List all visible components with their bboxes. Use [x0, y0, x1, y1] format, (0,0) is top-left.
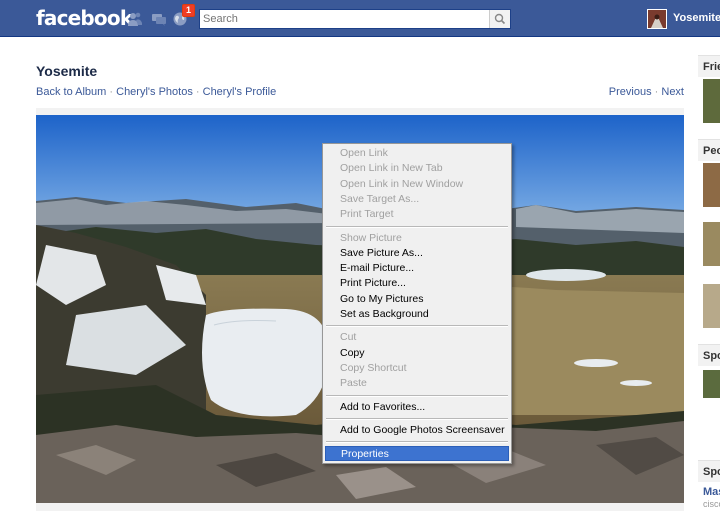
friend-thumbnail[interactable]: [703, 79, 720, 123]
menu-item-save-picture-as[interactable]: Save Picture As...: [325, 246, 509, 261]
search-input[interactable]: [203, 11, 488, 27]
person-thumbnail[interactable]: [703, 163, 720, 207]
breadcrumb-separator: ·: [195, 86, 200, 98]
photo-pager: Previous · Next: [609, 86, 684, 98]
search-button[interactable]: [489, 10, 510, 28]
menu-item-show-picture: Show Picture: [340, 231, 402, 244]
album-title: Yosemite: [36, 63, 98, 79]
next-link[interactable]: Next: [661, 86, 684, 98]
sponsored-sub-text: cisco: [703, 499, 720, 509]
right-column-header-people: Peo: [698, 139, 720, 161]
menu-item-print-target: Print Target: [340, 208, 394, 221]
menu-item-set-as-background[interactable]: Set as Background: [325, 307, 509, 322]
menu-item-open-link: Open Link: [340, 147, 388, 159]
messages-icon[interactable]: [151, 11, 167, 27]
facebook-logo[interactable]: facebook: [36, 6, 133, 30]
right-column-header-friends: Frie: [698, 55, 720, 77]
notification-count-badge: 1: [182, 4, 196, 17]
search-box: [199, 9, 511, 29]
menu-item-open-link-in-new-window: Open Link in New Window: [340, 177, 464, 190]
menu-separator: [326, 325, 508, 328]
top-navigation-bar: facebook 1 Search Yosemite: [0, 0, 720, 37]
back-to-album-link[interactable]: Back to Album: [36, 86, 106, 98]
user-name-link[interactable]: Yosemite: [673, 12, 720, 24]
sponsored-thumbnail[interactable]: [703, 370, 720, 398]
menu-item-copy[interactable]: Copy: [325, 346, 509, 361]
menu-item-add-to-favorites[interactable]: Add to Favorites...: [325, 400, 509, 415]
menu-separator: [326, 225, 508, 228]
cheryls-photos-link[interactable]: Cheryl's Photos: [116, 86, 193, 98]
cheryls-profile-link[interactable]: Cheryl's Profile: [203, 86, 277, 98]
magnifier-icon: [494, 13, 506, 25]
context-menu: Open Link Open Link in New Tab Open Link i…: [322, 143, 512, 464]
sponsored-link[interactable]: Mas: [703, 486, 720, 498]
menu-item-save-target-as: Save Target As...: [340, 192, 420, 205]
menu-item-paste: Paste: [340, 377, 367, 390]
menu-item-copy-shortcut: Copy Shortcut: [340, 361, 407, 374]
pager-separator: ·: [654, 86, 659, 98]
menu-separator: [326, 394, 508, 397]
person-thumbnail[interactable]: [703, 284, 720, 328]
right-column-header-sponsored: Spo: [698, 344, 720, 366]
friend-requests-icon[interactable]: [127, 11, 143, 27]
right-column-header-sponsored: Spo: [698, 460, 720, 482]
menu-separator: [326, 417, 508, 420]
menu-item-properties[interactable]: Properties: [325, 446, 509, 462]
user-avatar[interactable]: [647, 9, 667, 29]
menu-item-cut: Cut: [340, 331, 357, 344]
menu-item-e-mail-picture[interactable]: E-mail Picture...: [325, 261, 509, 276]
breadcrumb: Back to Album · Cheryl's Photos · Cheryl…: [36, 86, 276, 98]
menu-item-open-link-in-new-tab: Open Link in New Tab: [340, 162, 443, 175]
previous-link[interactable]: Previous: [609, 86, 652, 98]
breadcrumb-separator: ·: [109, 86, 114, 98]
menu-separator: [326, 441, 508, 444]
menu-item-go-to-my-pictures[interactable]: Go to My Pictures: [325, 292, 509, 307]
menu-item-print-picture[interactable]: Print Picture...: [325, 276, 509, 291]
person-thumbnail[interactable]: [703, 222, 720, 266]
menu-item-add-to-google-photos-screensaver[interactable]: Add to Google Photos Screensaver: [325, 423, 509, 438]
